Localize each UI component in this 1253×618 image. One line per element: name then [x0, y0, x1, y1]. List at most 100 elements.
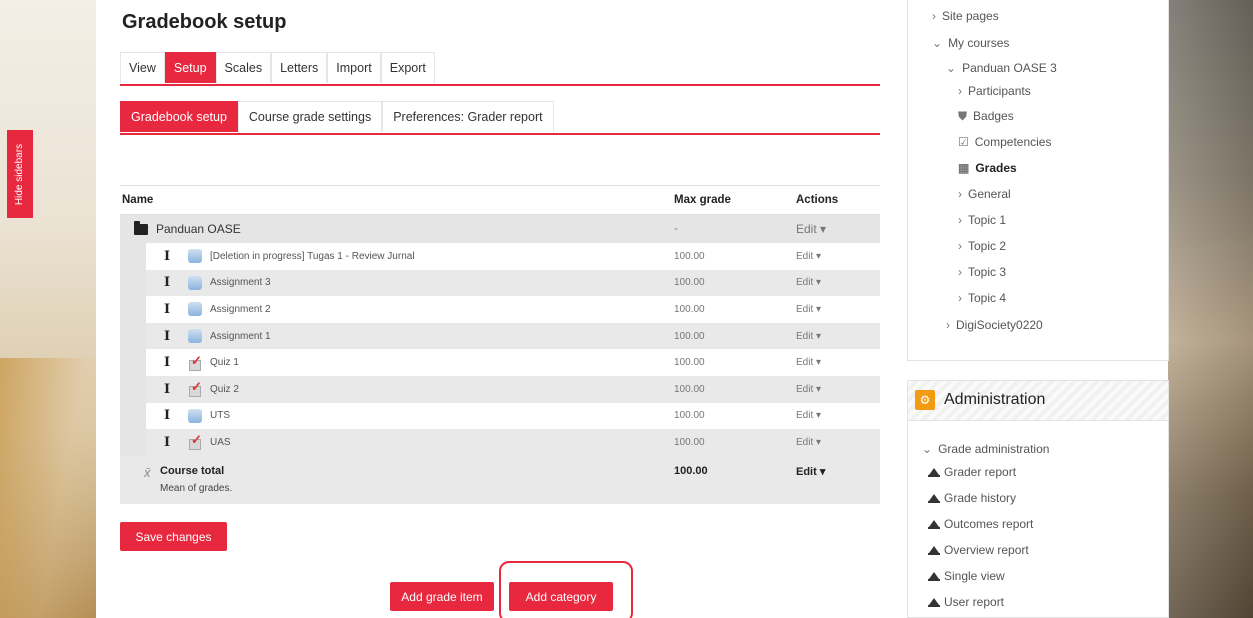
report-label: Overview report — [944, 543, 1029, 557]
nav-badges[interactable]: ⛊ Badges — [958, 109, 1014, 124]
report-link[interactable]: Outcomes report — [928, 517, 1033, 531]
table-row: I Assignment 3 100.00 Edit ▾ — [120, 269, 880, 297]
folder-icon — [134, 220, 148, 235]
tab-import[interactable]: Import — [327, 52, 381, 83]
item-edit-menu[interactable]: Edit ▾ — [796, 357, 880, 368]
category-name: Panduan OASE — [156, 222, 241, 236]
save-changes-button[interactable]: Save changes — [120, 522, 227, 551]
item-name: Assignment 3 — [210, 277, 271, 289]
report-link[interactable]: Grader report — [928, 465, 1016, 479]
item-max-grade: 100.00 — [674, 330, 705, 342]
item-edit-menu[interactable]: Edit ▾ — [796, 277, 880, 288]
move-icon[interactable]: I — [164, 249, 178, 264]
item-name: UAS — [210, 436, 231, 448]
item-name: [Deletion in progress] Tugas 1 - Review … — [210, 250, 415, 262]
item-name: Assignment 1 — [210, 330, 271, 342]
tab-export[interactable]: Export — [380, 52, 435, 83]
item-edit-menu[interactable]: Edit ▾ — [796, 437, 880, 448]
tab-setup[interactable]: Setup — [164, 52, 216, 83]
assign-icon — [188, 275, 202, 290]
move-icon[interactable]: I — [164, 435, 178, 450]
chevron-down-icon: ⌄ — [946, 61, 957, 75]
category-indent — [120, 243, 146, 270]
move-icon[interactable]: I — [164, 275, 178, 290]
chevron-right-icon: › — [958, 291, 962, 305]
tab-letters[interactable]: Letters — [271, 52, 328, 83]
assign-icon — [188, 302, 202, 317]
nav-topic-2[interactable]: › Topic 2 — [958, 239, 1006, 253]
tab-scales[interactable]: Scales — [215, 52, 272, 83]
report-link[interactable]: Grade history — [928, 491, 1016, 505]
nav-general[interactable]: › General — [958, 187, 1011, 201]
chart-icon — [928, 493, 940, 503]
item-name-cell: I UAS — [146, 432, 674, 451]
table-header: Name Max grade Actions — [120, 185, 880, 215]
chevron-right-icon: › — [958, 265, 962, 279]
move-icon[interactable]: I — [164, 329, 178, 344]
item-edit-menu[interactable]: Edit ▾ — [796, 410, 880, 421]
chevron-right-icon: › — [958, 239, 962, 253]
item-name-cell: I Assignment 3 — [146, 275, 674, 290]
checkbox-icon: ☑ — [958, 135, 969, 149]
nav-participants[interactable]: › Participants — [958, 84, 1031, 98]
move-icon[interactable]: I — [164, 408, 178, 423]
tab-course-grade-settings[interactable]: Course grade settings — [237, 101, 383, 132]
hide-sidebars-button[interactable]: Hide sidebars — [7, 130, 33, 218]
secondary-tabs: Gradebook setup Course grade settings Pr… — [120, 101, 880, 135]
item-edit-menu[interactable]: Edit ▾ — [796, 251, 880, 262]
move-icon[interactable]: I — [164, 382, 178, 397]
course-total-label: Course total — [160, 464, 225, 477]
tab-preferences-grader-report[interactable]: Preferences: Grader report — [382, 101, 554, 132]
grade-items: I [Deletion in progress] Tugas 1 - Review… — [120, 243, 880, 456]
nav-course-panduan-oase-3[interactable]: ⌄ Panduan OASE 3 — [946, 61, 1057, 75]
chevron-right-icon: › — [946, 318, 950, 332]
table-row: I Quiz 2 100.00 Edit ▾ — [120, 375, 880, 403]
nav-topic-3[interactable]: › Topic 3 — [958, 265, 1006, 279]
nav-label: Topic 4 — [968, 291, 1007, 305]
tab-view[interactable]: View — [120, 52, 165, 83]
grade-administration-toggle[interactable]: ⌄ Grade administration — [922, 442, 1049, 456]
nav-label: Topic 3 — [968, 265, 1007, 279]
administration-block: ⚙ Administration ⌄ Grade administration G… — [907, 380, 1169, 618]
add-grade-item-button[interactable]: Add grade item — [390, 582, 494, 611]
course-total-edit-menu[interactable]: Edit ▾ — [796, 465, 880, 478]
nav-grades[interactable]: ▦ Grades — [958, 161, 1017, 175]
header-max-grade: Max grade — [674, 194, 731, 206]
item-edit-menu[interactable]: Edit ▾ — [796, 331, 880, 342]
report-link[interactable]: User report — [928, 595, 1004, 609]
nav-label: DigiSociety0220 — [956, 318, 1043, 332]
item-name-cell: I Assignment 2 — [146, 302, 674, 317]
nav-topic-4[interactable]: › Topic 4 — [958, 291, 1006, 305]
item-edit-menu[interactable]: Edit ▾ — [796, 304, 880, 315]
report-link[interactable]: Single view — [928, 569, 1005, 583]
move-icon[interactable]: I — [164, 302, 178, 317]
report-label: Grader report — [944, 465, 1017, 479]
nav-my-courses[interactable]: ⌄ My courses — [932, 36, 1009, 50]
report-link[interactable]: Overview report — [928, 543, 1029, 557]
category-indent — [120, 375, 146, 403]
table-row: I Quiz 1 100.00 Edit ▾ — [120, 349, 880, 376]
table-row: I Assignment 1 100.00 Edit ▾ — [120, 322, 880, 350]
course-total-aggregation: Mean of grades. — [160, 482, 233, 494]
nav-topic-1[interactable]: › Topic 1 — [958, 213, 1006, 227]
table-row: I UTS 100.00 Edit ▾ — [120, 402, 880, 430]
item-name-cell: I UTS — [146, 408, 674, 423]
tab-gradebook-setup[interactable]: Gradebook setup — [120, 101, 238, 132]
nav-competencies[interactable]: ☑ Competencies — [958, 135, 1051, 149]
category-indent — [120, 429, 146, 456]
assign-icon — [188, 249, 202, 264]
course-total-row: x̄ Course total Mean of grades. 100.00 E… — [120, 455, 880, 504]
category-indent — [120, 349, 146, 376]
move-icon[interactable]: I — [164, 355, 178, 370]
report-label: Single view — [944, 569, 1005, 583]
nav-site-pages[interactable]: › Site pages — [932, 9, 999, 23]
item-edit-menu[interactable]: Edit ▾ — [796, 384, 880, 395]
background-left — [0, 0, 96, 618]
table-row: I [Deletion in progress] Tugas 1 - Review… — [120, 243, 880, 270]
item-name: Assignment 2 — [210, 303, 271, 315]
report-label: Grade history — [944, 491, 1017, 505]
nav-digisociety0220[interactable]: › DigiSociety0220 — [946, 318, 1043, 332]
navigation-block: › Site pages ⌄ My courses ⌄ Panduan OASE 3 … — [907, 0, 1169, 361]
category-edit-menu[interactable]: Edit ▾ — [796, 222, 880, 236]
report-label: User report — [944, 595, 1005, 609]
